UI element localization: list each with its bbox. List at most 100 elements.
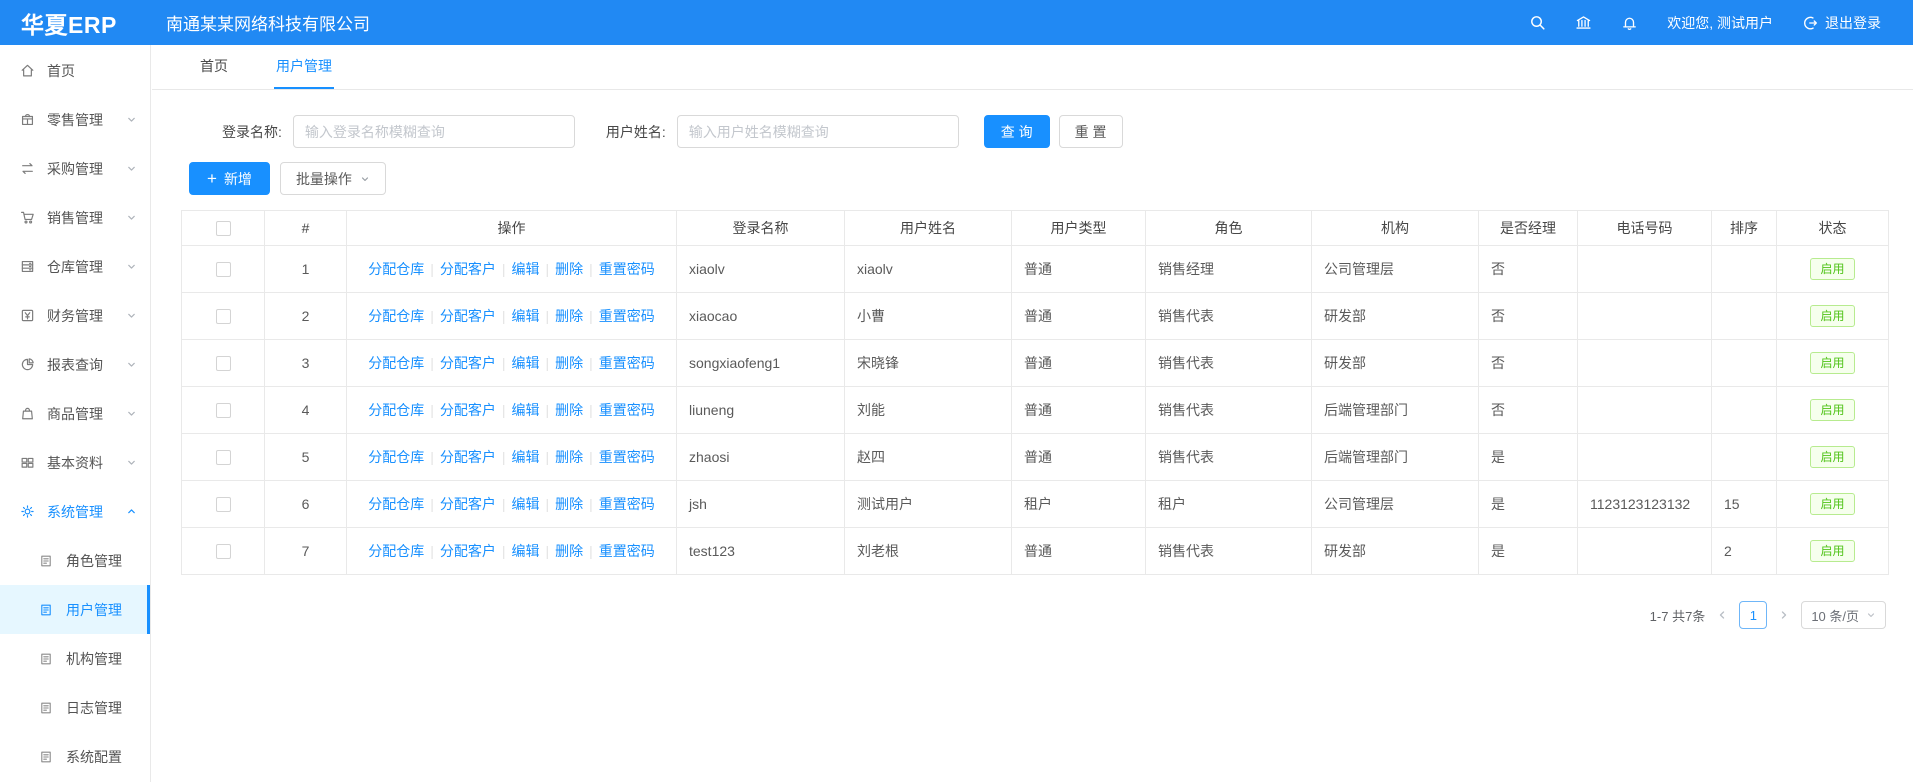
sidebar-item-sales[interactable]: 销售管理 xyxy=(0,193,150,242)
assign-warehouse-link[interactable]: 分配仓库 xyxy=(368,449,424,465)
sidebar-item-purchase[interactable]: 采购管理 xyxy=(0,144,150,193)
assign-customer-link[interactable]: 分配客户 xyxy=(440,543,496,559)
cell-phone xyxy=(1578,528,1712,575)
row-checkbox[interactable] xyxy=(216,497,231,512)
reset-password-link[interactable]: 重置密码 xyxy=(599,449,655,465)
divider: | xyxy=(589,355,593,371)
sidebar-item-finance[interactable]: 财务管理 xyxy=(0,291,150,340)
user-name-input[interactable] xyxy=(677,115,959,148)
reset-password-link[interactable]: 重置密码 xyxy=(599,355,655,371)
assign-customer-link[interactable]: 分配客户 xyxy=(440,449,496,465)
cell-user-type: 普通 xyxy=(1012,340,1146,387)
batch-actions-button[interactable]: 批量操作 xyxy=(280,162,386,195)
row-index: 6 xyxy=(265,481,347,528)
divider: | xyxy=(502,355,506,371)
document-icon xyxy=(39,652,55,666)
cell-login-name: test123 xyxy=(677,528,845,575)
assign-customer-link[interactable]: 分配客户 xyxy=(440,402,496,418)
pagination-total: 1-7 共7条 xyxy=(1650,606,1706,625)
sidebar-item-retail[interactable]: 零售管理 xyxy=(0,95,150,144)
bell-icon[interactable] xyxy=(1621,14,1638,31)
sidebar-item-basic[interactable]: 基本资料 xyxy=(0,438,150,487)
row-checkbox[interactable] xyxy=(216,262,231,277)
reset-password-link[interactable]: 重置密码 xyxy=(599,308,655,324)
row-index: 3 xyxy=(265,340,347,387)
delete-link[interactable]: 删除 xyxy=(555,402,583,418)
reset-button[interactable]: 重 置 xyxy=(1059,115,1123,148)
cell-sort xyxy=(1712,246,1777,293)
divider: | xyxy=(546,261,550,277)
edit-link[interactable]: 编辑 xyxy=(512,449,540,465)
reset-password-link[interactable]: 重置密码 xyxy=(599,261,655,277)
delete-link[interactable]: 删除 xyxy=(555,308,583,324)
cell-role: 租户 xyxy=(1146,481,1312,528)
add-button[interactable]: + 新增 xyxy=(189,162,270,195)
tab-home[interactable]: 首页 xyxy=(198,44,230,89)
edit-link[interactable]: 编辑 xyxy=(512,543,540,559)
home-icon xyxy=(20,63,36,78)
assign-warehouse-link[interactable]: 分配仓库 xyxy=(368,308,424,324)
sidebar-item-org-management[interactable]: 机构管理 xyxy=(0,634,150,683)
row-checkbox[interactable] xyxy=(216,403,231,418)
search-icon[interactable] xyxy=(1529,14,1546,31)
sidebar-item-home[interactable]: 首页 xyxy=(0,46,150,95)
assign-warehouse-link[interactable]: 分配仓库 xyxy=(368,543,424,559)
sidebar-item-system[interactable]: 系统管理 xyxy=(0,487,150,536)
row-checkbox[interactable] xyxy=(216,309,231,324)
assign-warehouse-link[interactable]: 分配仓库 xyxy=(368,496,424,512)
select-all-checkbox[interactable] xyxy=(216,221,231,236)
reset-password-link[interactable]: 重置密码 xyxy=(599,496,655,512)
column-header: # xyxy=(265,211,347,246)
assign-customer-link[interactable]: 分配客户 xyxy=(440,308,496,324)
assign-warehouse-link[interactable]: 分配仓库 xyxy=(368,355,424,371)
reset-password-link[interactable]: 重置密码 xyxy=(599,543,655,559)
assign-customer-link[interactable]: 分配客户 xyxy=(440,261,496,277)
cell-role: 销售代表 xyxy=(1146,387,1312,434)
sidebar-item-role-management[interactable]: 角色管理 xyxy=(0,536,150,585)
edit-link[interactable]: 编辑 xyxy=(512,261,540,277)
sidebar-item-report[interactable]: 报表查询 xyxy=(0,340,150,389)
reset-password-link[interactable]: 重置密码 xyxy=(599,402,655,418)
sidebar-item-goods[interactable]: 商品管理 xyxy=(0,389,150,438)
cell-user-type: 普通 xyxy=(1012,293,1146,340)
edit-link[interactable]: 编辑 xyxy=(512,402,540,418)
column-header: 状态 xyxy=(1777,211,1889,246)
delete-link[interactable]: 删除 xyxy=(555,355,583,371)
table-row: 4 分配仓库|分配客户|编辑|删除|重置密码 liuneng 刘能 普通 销售代… xyxy=(182,387,1889,434)
chevron-down-icon xyxy=(126,310,137,321)
sidebar-item-warehouse[interactable]: 仓库管理 xyxy=(0,242,150,291)
row-checkbox[interactable] xyxy=(216,544,231,559)
page-size-select[interactable]: 10 条/页 xyxy=(1801,601,1886,629)
document-icon xyxy=(39,701,55,715)
search-button[interactable]: 查 询 xyxy=(984,115,1050,148)
row-checkbox[interactable] xyxy=(216,450,231,465)
assign-warehouse-link[interactable]: 分配仓库 xyxy=(368,261,424,277)
prev-page-button[interactable] xyxy=(1714,609,1730,621)
assign-customer-link[interactable]: 分配客户 xyxy=(440,496,496,512)
tab-user-management[interactable]: 用户管理 xyxy=(274,44,334,89)
sidebar-item-log-management[interactable]: 日志管理 xyxy=(0,683,150,732)
delete-link[interactable]: 删除 xyxy=(555,496,583,512)
edit-link[interactable]: 编辑 xyxy=(512,496,540,512)
next-page-button[interactable] xyxy=(1776,609,1792,621)
row-actions: 分配仓库|分配客户|编辑|删除|重置密码 xyxy=(347,340,677,387)
bank-icon[interactable] xyxy=(1575,14,1592,31)
cell-user-type: 普通 xyxy=(1012,246,1146,293)
login-name-input[interactable] xyxy=(293,115,575,148)
row-checkbox[interactable] xyxy=(216,356,231,371)
sidebar-item-user-management[interactable]: 用户管理 xyxy=(0,585,150,634)
assign-warehouse-link[interactable]: 分配仓库 xyxy=(368,402,424,418)
page-number-button[interactable]: 1 xyxy=(1739,601,1767,629)
table-row: 5 分配仓库|分配客户|编辑|删除|重置密码 zhaosi 赵四 普通 销售代表… xyxy=(182,434,1889,481)
cell-org: 公司管理层 xyxy=(1312,246,1479,293)
sidebar-item-system-config[interactable]: 系统配置 xyxy=(0,732,150,781)
edit-link[interactable]: 编辑 xyxy=(512,355,540,371)
cell-sort xyxy=(1712,293,1777,340)
edit-link[interactable]: 编辑 xyxy=(512,308,540,324)
logout-button[interactable]: 退出登录 xyxy=(1802,13,1881,33)
delete-link[interactable]: 删除 xyxy=(555,449,583,465)
assign-customer-link[interactable]: 分配客户 xyxy=(440,355,496,371)
delete-link[interactable]: 删除 xyxy=(555,543,583,559)
cell-role: 销售代表 xyxy=(1146,434,1312,481)
delete-link[interactable]: 删除 xyxy=(555,261,583,277)
